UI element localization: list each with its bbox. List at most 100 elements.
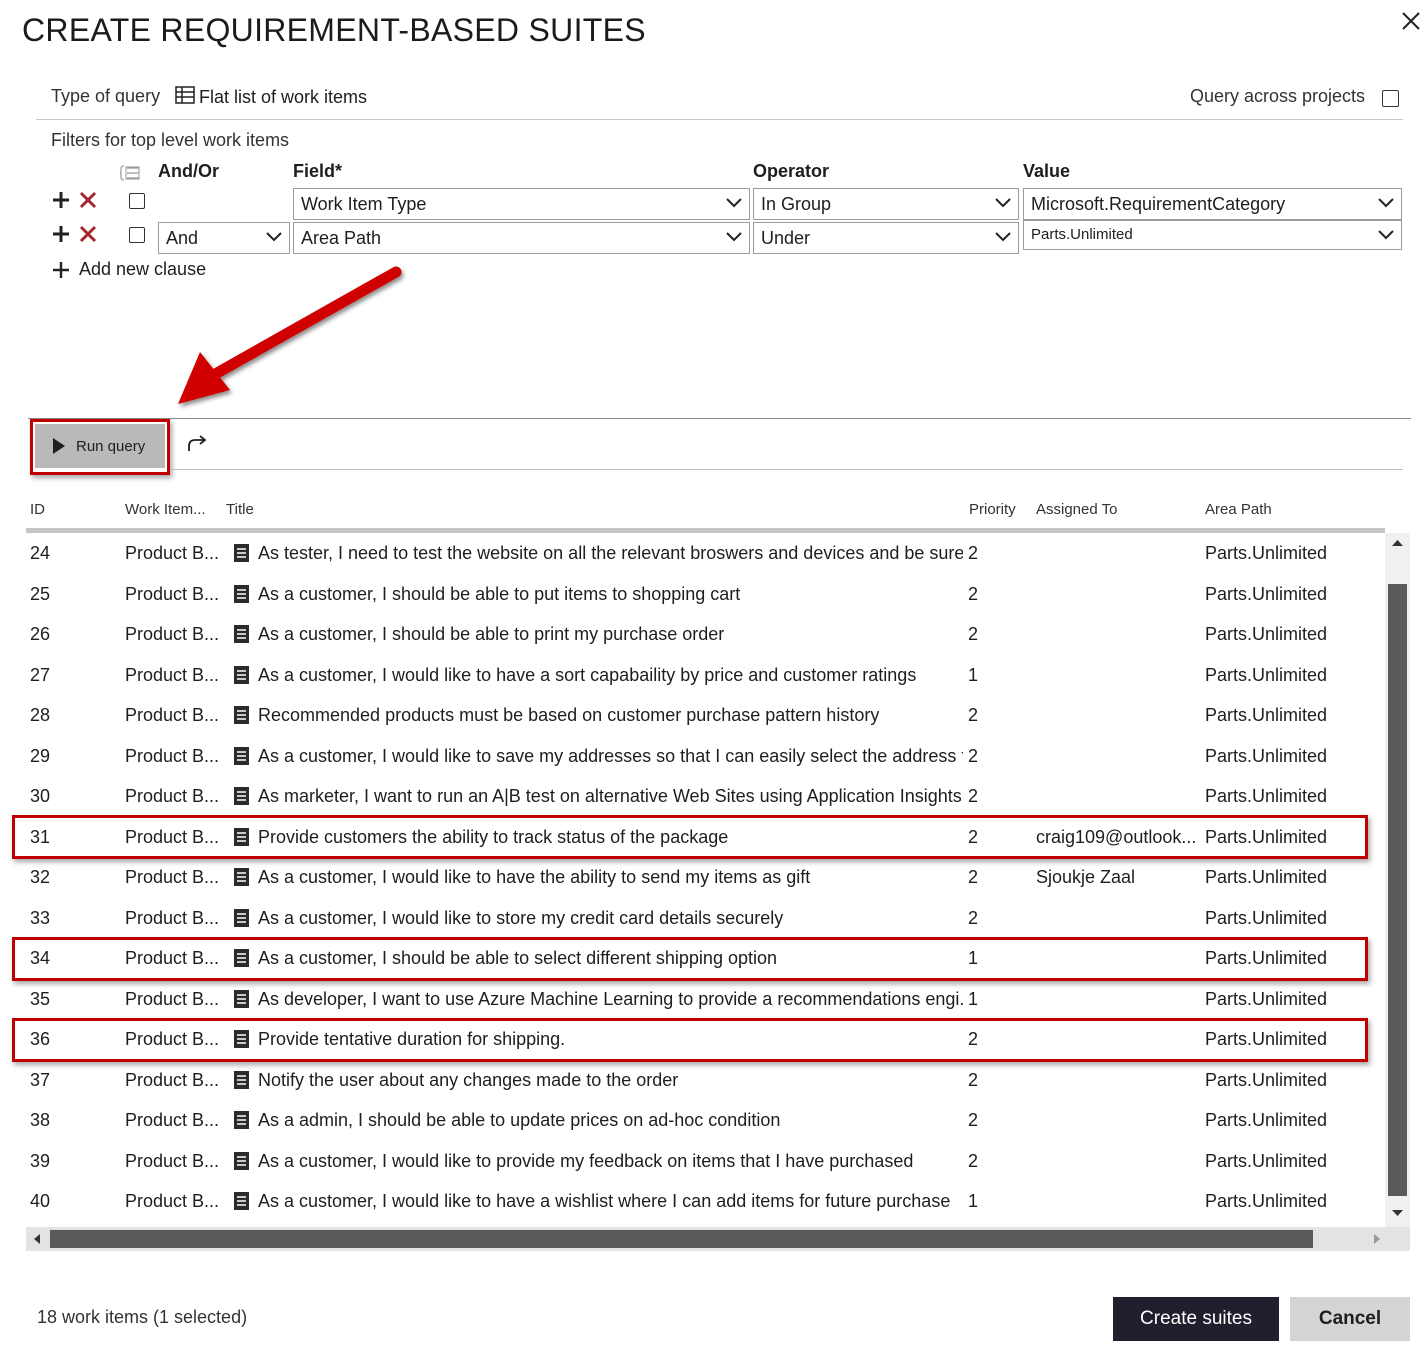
filters-label: Filters for top level work items xyxy=(51,130,290,150)
chevron-down-icon xyxy=(726,232,742,242)
cell-work-item-type: Product B... xyxy=(125,584,220,604)
cell-title: Provide tentative duration for shipping. xyxy=(258,1029,566,1049)
cell-priority: 2 xyxy=(968,827,979,847)
table-row[interactable]: 36 Product B... Provide tentative duration… xyxy=(26,1019,1385,1059)
scroll-left-icon[interactable] xyxy=(30,1231,44,1247)
cell-id: 29 xyxy=(30,746,51,766)
table-row[interactable]: 25 Product B... As a customer, I should be… xyxy=(26,574,1385,614)
scroll-down-icon[interactable] xyxy=(1388,1205,1407,1221)
clause-checkbox[interactable] xyxy=(129,193,145,209)
cell-id: 33 xyxy=(30,908,51,928)
cell-work-item-type: Product B... xyxy=(125,948,220,968)
table-row[interactable]: 32 Product B... As a customer, I would lik… xyxy=(26,857,1385,897)
table-row[interactable]: 37 Product B... Notify the user about any … xyxy=(26,1060,1385,1100)
cell-title: As tester, I need to test the website on… xyxy=(258,543,963,563)
cell-work-item-type: Product B... xyxy=(125,867,220,887)
backlog-item-icon xyxy=(234,828,249,846)
clause-checkbox[interactable] xyxy=(129,227,145,243)
operator-select-value: Under xyxy=(761,228,811,248)
cell-priority: 2 xyxy=(968,1151,979,1171)
cell-area-path: Parts.Unlimited xyxy=(1205,1029,1328,1049)
remove-clause-x-icon[interactable] xyxy=(78,190,98,210)
backlog-item-icon xyxy=(234,1152,249,1170)
cell-id: 39 xyxy=(30,1151,51,1171)
field-select-value: Work Item Type xyxy=(301,194,427,214)
andor-select-value: And xyxy=(166,228,199,248)
backlog-item-icon xyxy=(234,1071,249,1089)
cell-title: As a customer, I should be able to selec… xyxy=(258,948,777,968)
cell-priority: 2 xyxy=(968,786,979,806)
create-suites-button[interactable]: Create suites xyxy=(1113,1297,1279,1341)
table-row[interactable]: 39 Product B... As a customer, I would lik… xyxy=(26,1141,1385,1181)
group-clauses-icon[interactable] xyxy=(119,165,140,181)
cell-id: 36 xyxy=(30,1029,51,1049)
value-input[interactable]: Parts.Unlimited xyxy=(1023,220,1402,250)
cell-work-item-type: Product B... xyxy=(125,705,220,725)
cell-title: As a customer, I would like to have a wi… xyxy=(258,1191,951,1211)
table-row[interactable]: 38 Product B... As a admin, I should be ab… xyxy=(26,1100,1385,1140)
column-header-area-path[interactable]: Area Path xyxy=(1205,501,1272,518)
cell-area-path: Parts.Unlimited xyxy=(1205,665,1328,685)
cell-id: 35 xyxy=(30,989,51,1009)
field-select[interactable]: Area Path xyxy=(293,222,750,254)
table-row[interactable]: 35 Product B... As developer, I want to us… xyxy=(26,979,1385,1019)
value-input-value: Parts.Unlimited xyxy=(1031,226,1133,243)
table-row[interactable]: 33 Product B... As a customer, I would lik… xyxy=(26,898,1385,938)
operator-select[interactable]: In Group xyxy=(753,188,1019,220)
work-item-count: 18 work items (1 selected) xyxy=(37,1307,248,1327)
cell-id: 38 xyxy=(30,1110,51,1130)
cell-area-path: Parts.Unlimited xyxy=(1205,948,1328,968)
column-header-title[interactable]: Title xyxy=(226,501,254,518)
cell-title: As a customer, I would like to save my a… xyxy=(258,746,963,766)
column-header-priority[interactable]: Priority xyxy=(969,501,1016,518)
redo-arrow-icon[interactable] xyxy=(184,432,210,456)
dialog-title: CREATE REQUIREMENT-BASED SUITES xyxy=(22,12,646,48)
add-clause-plus-icon[interactable] xyxy=(51,224,71,244)
cell-area-path: Parts.Unlimited xyxy=(1205,624,1328,644)
vertical-scroll-thumb[interactable] xyxy=(1388,584,1407,1196)
scroll-up-icon[interactable] xyxy=(1388,535,1407,551)
field-select[interactable]: Work Item Type xyxy=(293,188,750,220)
table-row[interactable]: 40 Product B... As a customer, I would lik… xyxy=(26,1181,1385,1221)
operator-select[interactable]: Under xyxy=(753,222,1019,254)
cell-title: As a customer, I should be able to put i… xyxy=(258,584,741,604)
table-row[interactable]: 24 Product B... As tester, I need to test … xyxy=(26,533,1385,573)
cell-area-path: Parts.Unlimited xyxy=(1205,1070,1328,1090)
cell-priority: 1 xyxy=(968,1191,979,1211)
table-row[interactable]: 31 Product B... Provide customers the abil… xyxy=(26,817,1385,857)
cell-work-item-type: Product B... xyxy=(125,1110,220,1130)
cell-title: As a customer, I should be able to print… xyxy=(258,624,725,644)
table-row[interactable]: 27 Product B... As a customer, I would lik… xyxy=(26,655,1385,695)
cell-area-path: Parts.Unlimited xyxy=(1205,827,1328,847)
column-header-work-item-type[interactable]: Work Item... xyxy=(125,501,206,518)
remove-clause-x-icon[interactable] xyxy=(78,224,98,244)
column-header-id[interactable]: ID xyxy=(30,501,45,518)
table-row[interactable]: 29 Product B... As a customer, I would lik… xyxy=(26,736,1385,776)
cell-area-path: Parts.Unlimited xyxy=(1205,543,1328,563)
cell-priority: 2 xyxy=(968,584,979,604)
close-icon[interactable] xyxy=(1400,8,1424,36)
cancel-button[interactable]: Cancel xyxy=(1290,1297,1410,1341)
table-row[interactable]: 30 Product B... As marketer, I want to run… xyxy=(26,776,1385,816)
scroll-right-icon[interactable] xyxy=(1370,1231,1384,1247)
divider xyxy=(170,469,1403,470)
horizontal-scroll-thumb[interactable] xyxy=(50,1230,1313,1248)
column-header-assigned-to[interactable]: Assigned To xyxy=(1036,501,1117,518)
table-row[interactable]: 26 Product B... As a customer, I should be… xyxy=(26,614,1385,654)
table-row[interactable]: 28 Product B... Recommended products must … xyxy=(26,695,1385,735)
red-annotation-arrow xyxy=(178,266,402,404)
cell-work-item-type: Product B... xyxy=(125,989,220,1009)
cell-assigned-to: craig109@outlook... xyxy=(1036,827,1196,847)
cell-id: 24 xyxy=(30,543,51,563)
query-across-projects-checkbox[interactable] xyxy=(1382,90,1399,107)
cell-area-path: Parts.Unlimited xyxy=(1205,746,1328,766)
table-row[interactable]: 34 Product B... As a customer, I should be… xyxy=(26,938,1385,978)
value-select[interactable]: Microsoft.RequirementCategory xyxy=(1023,188,1402,220)
run-query-highlight xyxy=(30,419,170,475)
query-type-selector[interactable]: Flat list of work items xyxy=(175,86,367,109)
add-clause-plus-icon[interactable] xyxy=(51,190,71,210)
grid-list-icon xyxy=(175,86,195,109)
cell-priority: 2 xyxy=(968,746,979,766)
andor-select[interactable]: And xyxy=(158,222,290,254)
divider xyxy=(28,418,1411,419)
